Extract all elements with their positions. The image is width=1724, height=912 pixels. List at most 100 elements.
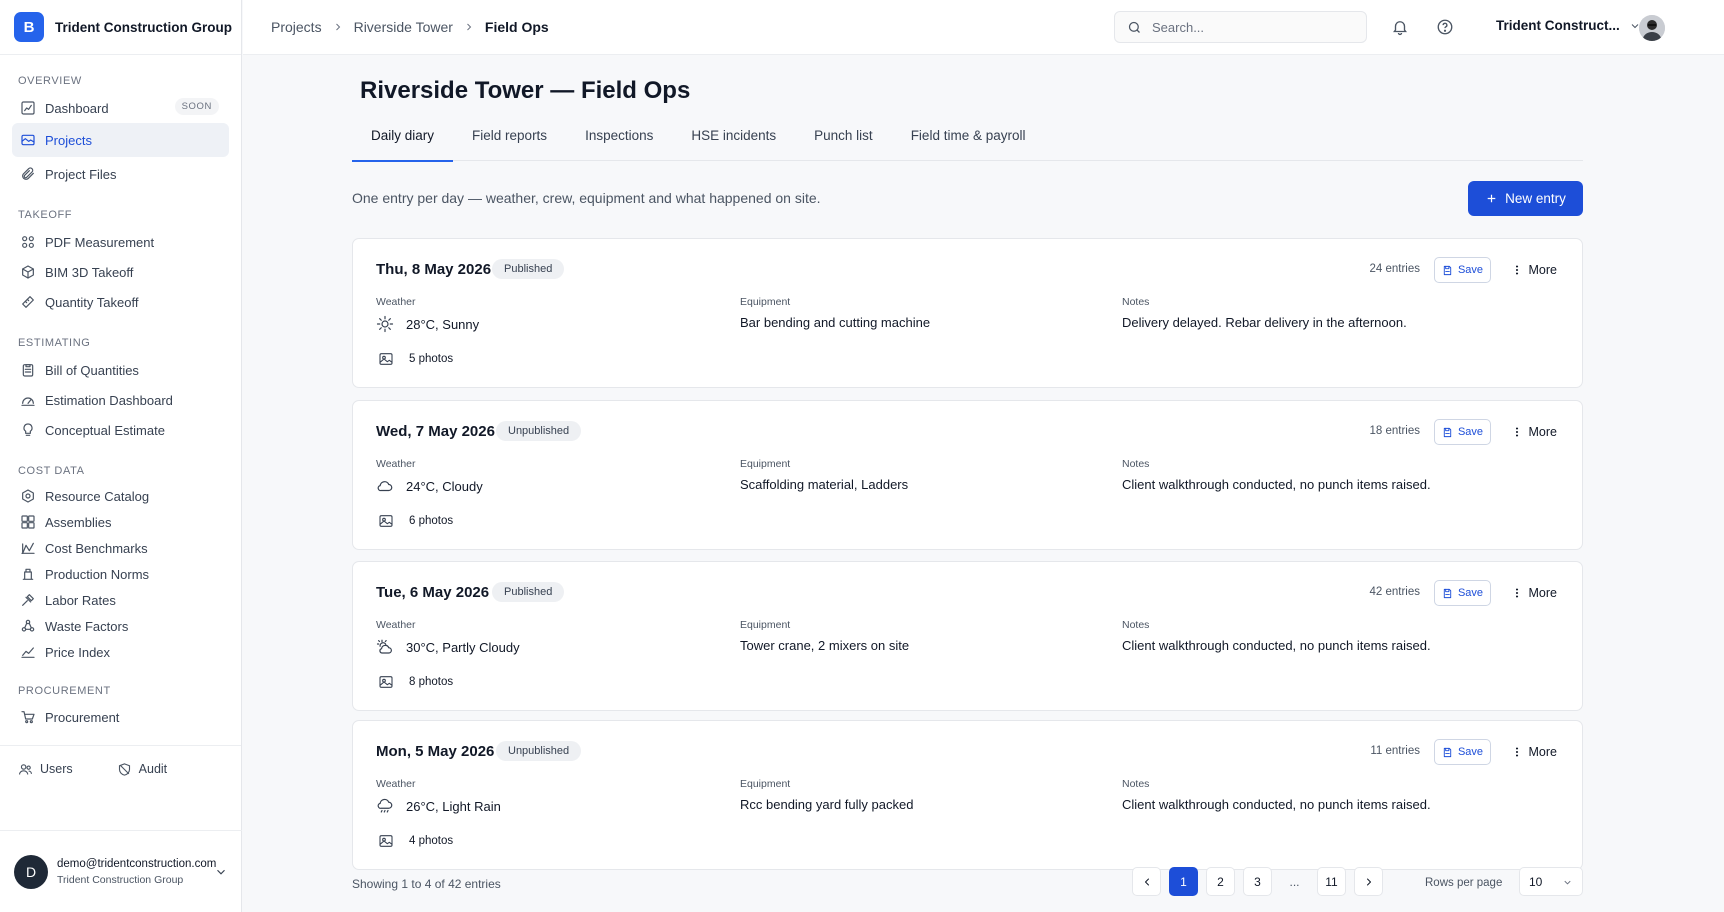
prev-page-button[interactable] xyxy=(1132,867,1161,896)
diary-entry-card: Mon, 5 May 2026 Unpublished 11 entries Save… xyxy=(352,720,1583,870)
profile-avatar[interactable] xyxy=(1639,15,1665,41)
next-page-button[interactable] xyxy=(1354,867,1383,896)
breadcrumb-field-ops: Field Ops xyxy=(484,19,549,35)
sidebar-item-label: Conceptual Estimate xyxy=(45,422,165,438)
breadcrumb-riverside-tower[interactable]: Riverside Tower xyxy=(354,19,453,35)
page-button-3[interactable]: 3 xyxy=(1243,867,1272,896)
page-title: Riverside Tower — Field Ops xyxy=(360,77,691,104)
chevron-right-icon xyxy=(467,23,472,31)
sidebar-item-estimation-dashboard[interactable]: Estimation Dashboard xyxy=(12,385,229,415)
search-icon xyxy=(1128,21,1140,33)
sidebar-item-bim-3d-takeoff[interactable]: BIM 3D Takeoff xyxy=(12,257,229,287)
users-icon xyxy=(19,763,32,775)
sidebar-item-label: Procurement xyxy=(45,709,120,725)
rows-per-page-select[interactable]: 10 xyxy=(1519,867,1583,896)
sidebar-item-label: Assemblies xyxy=(45,514,112,530)
sidebar-item-price-index[interactable]: Price Index xyxy=(12,639,229,665)
more-button[interactable]: More xyxy=(1511,586,1557,600)
sidebar-item-label: Resource Catalog xyxy=(45,488,150,504)
search-input[interactable] xyxy=(1152,19,1352,35)
sidebar-item-procurement[interactable]: Procurement xyxy=(12,703,229,731)
tab-inspections[interactable]: Inspections xyxy=(566,121,672,161)
breadcrumb-projects[interactable]: Projects xyxy=(271,19,322,35)
nav-section-overview: OVERVIEW xyxy=(18,75,82,87)
sidebar-item-waste-factors[interactable]: Waste Factors xyxy=(12,613,229,639)
users-link[interactable]: Users xyxy=(18,762,73,777)
help-icon[interactable] xyxy=(1436,18,1454,36)
account-menu[interactable]: D demo@tridentconstruction.com Trident C… xyxy=(0,830,242,912)
notes-label: Notes xyxy=(1122,619,1150,631)
photos-count: 8 photos xyxy=(409,676,454,688)
cloud-icon xyxy=(377,481,393,492)
org-switcher[interactable]: Trident Construct... xyxy=(1496,18,1641,33)
more-button[interactable]: More xyxy=(1511,425,1557,439)
sidebar-item-bill-of-quantities[interactable]: Bill of Quantities xyxy=(12,355,229,385)
photos-link[interactable]: 5 photos xyxy=(378,351,453,367)
kebab-icon xyxy=(1515,265,1518,275)
kebab-icon xyxy=(1515,747,1518,757)
weather-value: 28°C, Sunny xyxy=(376,315,479,333)
audit-icon xyxy=(118,762,130,776)
sidebar-item-conceptual-estimate[interactable]: Conceptual Estimate xyxy=(12,415,229,445)
sidebar-item-assemblies[interactable]: Assemblies xyxy=(12,509,229,535)
sidebar-item-dashboard[interactable]: Dashboard SOON xyxy=(12,93,229,123)
sidebar-item-cost-benchmarks[interactable]: Cost Benchmarks xyxy=(12,535,229,561)
more-button[interactable]: More xyxy=(1511,745,1557,759)
status-badge: Unpublished xyxy=(496,421,582,441)
audit-link[interactable]: Audit xyxy=(117,762,168,777)
chevron-down-icon xyxy=(1564,880,1571,885)
tab-bar: Daily diary Field reports Inspections HSE i… xyxy=(352,121,1583,162)
save-button[interactable]: Save xyxy=(1434,257,1491,283)
sidebar-item-project-files[interactable]: Project Files xyxy=(12,159,229,189)
audit-label: Audit xyxy=(138,762,168,776)
more-button[interactable]: More xyxy=(1511,263,1557,277)
entry-date[interactable]: Wed, 7 May 2026 xyxy=(376,423,495,440)
ruler-icon xyxy=(22,296,34,308)
sidebar-item-pdf-measurement[interactable]: PDF Measurement xyxy=(12,227,229,257)
sidebar-item-labor-rates[interactable]: Labor Rates xyxy=(12,587,229,613)
notes-label: Notes xyxy=(1122,778,1150,790)
bell-icon[interactable] xyxy=(1391,18,1409,36)
save-button[interactable]: Save xyxy=(1434,580,1491,606)
sidebar-item-resource-catalog[interactable]: Resource Catalog xyxy=(12,483,229,509)
sidebar-item-production-norms[interactable]: Production Norms xyxy=(12,561,229,587)
new-entry-label: New entry xyxy=(1505,191,1566,206)
page-button-2[interactable]: 2 xyxy=(1206,867,1235,896)
photos-count: 5 photos xyxy=(409,353,454,365)
weather-label: Weather xyxy=(376,619,416,631)
entry-date[interactable]: Thu, 8 May 2026 xyxy=(376,261,491,278)
entry-date[interactable]: Tue, 6 May 2026 xyxy=(376,584,489,601)
tab-daily-diary[interactable]: Daily diary xyxy=(352,121,454,162)
tab-field-reports[interactable]: Field reports xyxy=(453,121,566,161)
photos-link[interactable]: 6 photos xyxy=(378,513,453,529)
status-badge: Published xyxy=(492,259,565,279)
photos-link[interactable]: 4 photos xyxy=(378,833,453,849)
topbar: Projects Riverside Tower Field Ops Tride… xyxy=(243,0,1724,55)
photos-link[interactable]: 8 photos xyxy=(378,674,453,690)
save-icon xyxy=(1443,588,1452,598)
chevron-right-icon xyxy=(1366,878,1371,885)
kebab-icon xyxy=(1515,427,1518,437)
tab-hse-incidents[interactable]: HSE incidents xyxy=(672,121,795,161)
diary-entry-card: Thu, 8 May 2026 Published 24 entries Save Mo… xyxy=(352,238,1583,388)
sidebar-tools: Users Audit xyxy=(0,746,241,792)
save-button[interactable]: Save xyxy=(1434,419,1491,445)
more-label: More xyxy=(1528,586,1557,600)
tab-punch-list[interactable]: Punch list xyxy=(795,121,892,161)
account-text: demo@tridentconstruction.com Trident Con… xyxy=(57,858,216,886)
brand[interactable]: B Trident Construction Group xyxy=(0,0,241,55)
tab-field-time-payroll[interactable]: Field time & payroll xyxy=(892,121,1045,161)
notes-value: Client walkthrough conducted, no punch i… xyxy=(1122,797,1431,812)
entry-count: 11 entries xyxy=(1370,745,1420,757)
account-org: Trident Construction Group xyxy=(57,873,184,886)
page-button-11[interactable]: 11 xyxy=(1317,867,1346,896)
entry-date[interactable]: Mon, 5 May 2026 xyxy=(376,743,494,760)
page-button-1[interactable]: 1 xyxy=(1169,867,1198,896)
sidebar-item-label: Bill of Quantities xyxy=(45,362,139,378)
trend-icon xyxy=(21,647,35,658)
sidebar-item-quantity-takeoff[interactable]: Quantity Takeoff xyxy=(12,287,229,317)
save-button[interactable]: Save xyxy=(1434,739,1491,765)
search-box[interactable] xyxy=(1114,11,1367,43)
new-entry-button[interactable]: New entry xyxy=(1468,181,1583,216)
sidebar-item-projects[interactable]: Projects xyxy=(12,123,229,157)
